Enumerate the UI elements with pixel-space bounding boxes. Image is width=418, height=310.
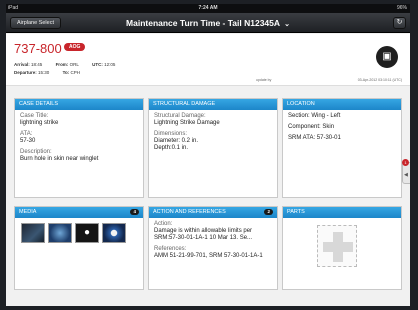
media-header: Media 4 — [15, 207, 143, 218]
case-details-heading: Case Details — [15, 99, 143, 110]
departure-label: Departure: — [14, 70, 37, 75]
action-references-card[interactable]: Action and References 2 Action: Damage i… — [148, 206, 278, 290]
references-value: AMM 51-21-99-701, SRM 57-30-01-1A-1 — [154, 253, 263, 259]
chevron-down-icon: ⌄ — [284, 21, 290, 28]
chevron-left-icon: ◀ — [404, 172, 408, 178]
camera-icon[interactable]: ▣ — [376, 46, 398, 68]
description-value: Burn hole in skin near winglet — [20, 156, 99, 162]
aog-badge: AOG — [64, 43, 86, 51]
media-thumbnails: ● — [21, 223, 126, 243]
refresh-icon[interactable]: ↻ — [393, 17, 406, 29]
nav-bar: Airplane Select Maintenance Turn Time - … — [6, 13, 410, 33]
action-label: Action: — [154, 221, 173, 227]
references-label: References: — [154, 246, 187, 252]
media-card[interactable]: Media 4 ● — [14, 206, 144, 290]
diameter-value: Diameter: 0.2 in. — [154, 138, 199, 144]
from-label: From: — [55, 62, 69, 67]
from-value: ORL — [69, 62, 79, 67]
departure-value: 15:30 — [38, 70, 50, 75]
page-title-text: Maintenance Turn Time - Tail N12345A — [126, 18, 280, 28]
microphone-icon[interactable]: ● — [75, 223, 99, 243]
aircraft-header: 737-800 AOG Arrival: 18:45 From: ORL UTC… — [6, 34, 410, 86]
srm-ata-value: SRM ATA: 57-30-01 — [288, 135, 341, 141]
media-count-badge: 4 — [130, 209, 139, 215]
updated-timestamp: 03-Apr-2012 03:10:11 (UTC) — [357, 78, 402, 82]
to-label: To: — [62, 70, 70, 75]
video-thumbnail[interactable] — [102, 223, 126, 243]
component-value: Component: Skin — [288, 124, 335, 130]
device-bezel: iPad 7:24 AM 96% Airplane Select Mainten… — [0, 0, 418, 310]
location-heading: Location — [283, 99, 401, 110]
structural-damage-heading: Structural Damage — [149, 99, 277, 110]
utc-value: 12:05 — [104, 62, 116, 67]
side-panel-tab[interactable]: 1 ◀ — [402, 159, 410, 184]
section-value: Section: Wing - Left — [288, 113, 341, 119]
add-part-placeholder-icon[interactable] — [317, 225, 357, 267]
parts-heading: Parts — [283, 207, 401, 218]
ata-label: ATA: — [20, 131, 33, 137]
status-bar: iPad 7:24 AM 96% — [6, 4, 410, 13]
action-value: Damage is within allowable limits per SR… — [154, 228, 253, 241]
structural-damage-value: Lightning Strike Damage — [154, 120, 220, 126]
battery-label: 96% — [396, 5, 407, 11]
action-references-heading: Action and References — [153, 209, 226, 215]
notification-badge: 1 — [402, 159, 409, 166]
media-thumbnail-photo[interactable] — [21, 223, 45, 243]
updated-by-label: update by — [256, 78, 272, 82]
description-label: Description: — [20, 149, 52, 155]
ata-value: 57-30 — [20, 138, 36, 144]
parts-card[interactable]: Parts — [282, 206, 402, 290]
page-title[interactable]: Maintenance Turn Time - Tail N12345A ⌄ — [6, 18, 410, 28]
case-title-value: lightning strike — [20, 120, 59, 126]
media-thumbnail-photo[interactable] — [48, 223, 72, 243]
action-count-badge: 2 — [264, 209, 273, 215]
app-screen: iPad 7:24 AM 96% Airplane Select Mainten… — [6, 4, 410, 306]
utc-label: UTC: — [92, 62, 103, 67]
dimensions-label: Dimensions: — [154, 131, 188, 137]
arrival-label: Arrival: — [14, 62, 30, 67]
arrival-value: 18:45 — [31, 62, 43, 67]
aircraft-type: 737-800 — [14, 41, 62, 56]
departure-row: Departure: 15:30 To: CPH — [14, 70, 92, 75]
media-heading: Media — [19, 209, 37, 215]
structural-damage-label: Structural Damage: — [154, 113, 206, 119]
location-card[interactable]: Location Section: Wing - Left Component:… — [282, 98, 402, 198]
action-references-header: Action and References 2 — [149, 207, 277, 218]
arrival-row: Arrival: 18:45 From: ORL UTC: 12:05 — [14, 62, 127, 67]
to-value: CPH — [70, 70, 81, 75]
case-title-label: Case Title: — [20, 113, 49, 119]
case-details-card[interactable]: Case Details Case Title: lightning strik… — [14, 98, 144, 198]
status-time: 7:24 AM — [198, 5, 218, 11]
structural-damage-card[interactable]: Structural Damage Structural Damage: Lig… — [148, 98, 278, 198]
depth-value: Depth:0.1 in. — [154, 145, 189, 151]
